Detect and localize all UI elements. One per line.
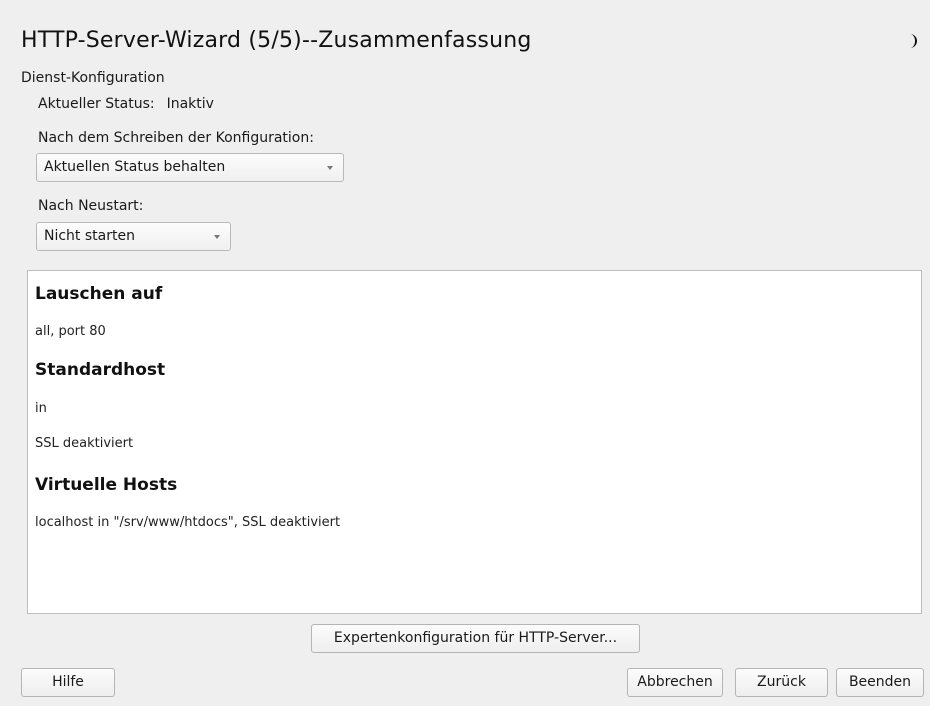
default-host-heading: Standardhost [35, 360, 166, 380]
page-title: HTTP-Server-Wizard (5/5)--Zusammenfassun… [21, 28, 532, 53]
help-button[interactable]: Hilfe [21, 668, 115, 697]
chevron-down-icon [214, 235, 220, 239]
after-reboot-value: Nicht starten [44, 228, 135, 244]
back-button[interactable]: Zurück [735, 668, 828, 697]
current-status-row: Aktueller Status: Inaktiv [38, 96, 214, 112]
virtual-hosts-heading: Virtuelle Hosts [35, 475, 178, 495]
after-reboot-label: Nach Neustart: [38, 198, 144, 214]
moon-icon [910, 34, 917, 48]
after-reboot-combobox[interactable]: Nicht starten [36, 222, 231, 251]
chevron-down-icon [327, 166, 333, 170]
default-host-value: in [35, 401, 47, 416]
after-write-combobox[interactable]: Aktuellen Status behalten [36, 153, 344, 182]
listen-heading: Lauschen auf [35, 284, 163, 304]
after-write-value: Aktuellen Status behalten [44, 159, 226, 175]
summary-panel[interactable]: Lauschen auf all, port 80 Standardhost i… [27, 270, 922, 614]
default-host-ssl: SSL deaktiviert [35, 436, 134, 451]
virtual-hosts-value: localhost in "/srv/www/htdocs", SSL deak… [35, 515, 341, 530]
expert-config-button[interactable]: Expertenkonfiguration für HTTP-Server... [311, 624, 640, 653]
finish-button[interactable]: Beenden [836, 668, 924, 697]
current-status-value: Inaktiv [166, 96, 214, 112]
cancel-button[interactable]: Abbrechen [627, 668, 723, 697]
service-config-label: Dienst-Konfiguration [21, 70, 165, 86]
listen-value: all, port 80 [35, 324, 106, 339]
after-write-label: Nach dem Schreiben der Konfiguration: [38, 130, 314, 146]
current-status-label: Aktueller Status: [38, 96, 155, 112]
